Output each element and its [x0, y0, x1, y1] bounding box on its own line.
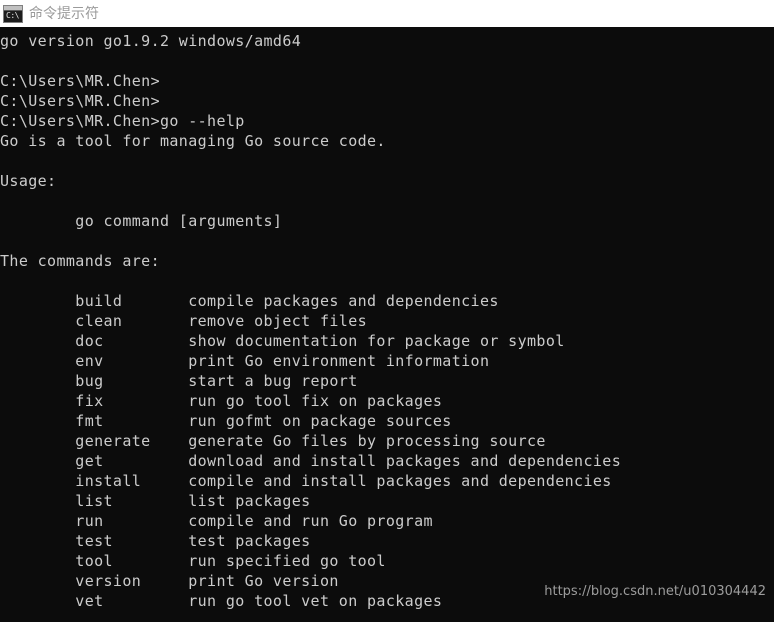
command-prompt-icon[interactable]: C:\: [3, 4, 23, 23]
console-output-area[interactable]: go version go1.9.2 windows/amd64 C:\User…: [0, 27, 774, 622]
window-title: 命令提示符: [29, 5, 99, 22]
icon-prompt-glyph: C:\: [6, 10, 19, 20]
watermark-url: https://blog.csdn.net/u010304442: [544, 584, 766, 599]
window-titlebar[interactable]: C:\ 命令提示符: [0, 0, 774, 27]
console-text: go version go1.9.2 windows/amd64 C:\User…: [0, 32, 622, 610]
